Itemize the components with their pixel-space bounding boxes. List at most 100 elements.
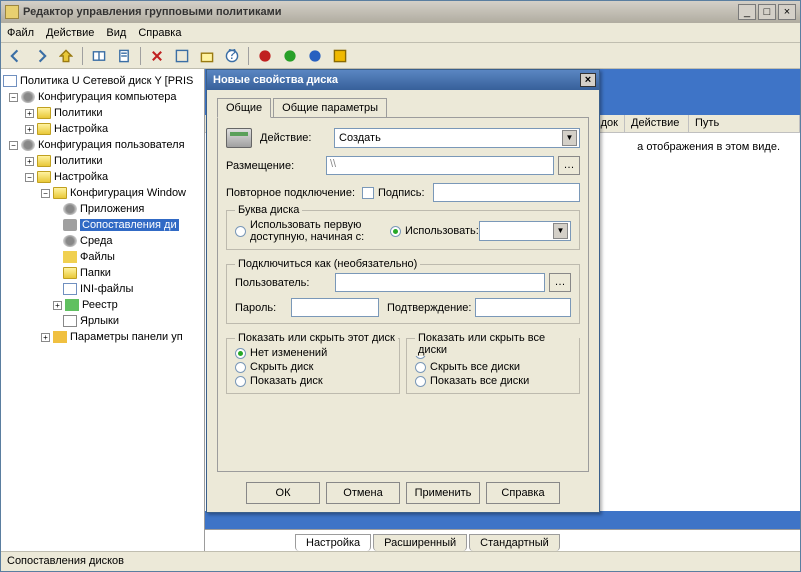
drive-icon [226,128,252,148]
export-list-button[interactable] [196,45,218,67]
location-input[interactable]: \\ [326,156,554,175]
properties-button[interactable] [113,45,135,67]
browse-user-button[interactable]: … [549,273,571,292]
tree-policies-2[interactable]: Политики [54,155,103,167]
options-button[interactable] [329,45,351,67]
use-first-radio[interactable] [235,226,246,237]
drive-properties-dialog: Новые свойства диска × Общие Общие парам… [206,69,600,513]
chevron-down-icon: ▼ [553,223,568,239]
main-titlebar: Редактор управления групповыми политикам… [1,1,800,23]
reconnect-label: Повторное подключение: [226,187,362,199]
maximize-button[interactable]: □ [758,4,776,20]
hide-this-radio[interactable] [235,362,246,373]
tree-root[interactable]: Политика U Сетевой диск Y [PRIS [20,75,193,87]
help-button[interactable]: Справка [486,482,560,504]
forward-button[interactable] [30,45,52,67]
window-title: Редактор управления групповыми политикам… [23,6,738,18]
menu-action[interactable]: Действие [46,27,94,39]
refresh-button[interactable] [171,45,193,67]
expander[interactable]: − [9,93,18,102]
hide-all-drives-group: Показать или скрыть все диски Нет измене… [406,338,580,394]
tree-folders[interactable]: Папки [80,267,111,279]
view-tabs: Настройка Расширенный Стандартный [205,529,800,551]
tree-shortcuts[interactable]: Ярлыки [80,315,119,327]
tab-general[interactable]: Общие [217,98,271,118]
filter-button[interactable] [304,45,326,67]
expander[interactable]: − [41,189,50,198]
username-input[interactable] [335,273,545,292]
label-as-label: Подпись: [378,187,433,199]
menu-view[interactable]: Вид [106,27,126,39]
password-label: Пароль: [235,302,291,314]
tree-environment[interactable]: Среда [80,235,112,247]
tab-standard[interactable]: Стандартный [469,534,560,551]
menubar: Файл Действие Вид Справка [1,23,800,43]
menu-file[interactable]: Файл [7,27,34,39]
tab-common[interactable]: Общие параметры [273,98,387,118]
expander[interactable]: + [53,301,62,310]
column-action[interactable]: Действие [625,115,689,132]
tree-ini-files[interactable]: INI-файлы [80,283,133,295]
hide-this-drive-group: Показать или скрыть этот диск Нет измене… [226,338,400,394]
expander[interactable]: + [41,333,50,342]
up-button[interactable] [55,45,77,67]
use-radio[interactable] [390,226,401,237]
dialog-titlebar: Новые свойства диска × [207,70,599,90]
expander[interactable]: + [25,125,34,134]
tree-registry[interactable]: Реестр [82,299,118,311]
svg-text:?: ? [228,49,237,63]
chevron-down-icon: ▼ [562,130,577,146]
label-input[interactable] [433,183,580,202]
action-select[interactable]: Создать▼ [334,128,580,148]
tree-settings-2[interactable]: Настройка [54,171,108,183]
expander[interactable]: + [25,157,34,166]
close-button[interactable]: × [778,4,796,20]
add-button[interactable] [279,45,301,67]
confirm-label: Подтверждение: [379,302,475,314]
delete-button[interactable] [146,45,168,67]
ok-button[interactable]: ОК [246,482,320,504]
drive-letter-select[interactable]: ▼ [479,221,571,241]
browse-button[interactable]: … [558,156,580,175]
tree-computer-config[interactable]: Конфигурация компьютера [38,91,176,103]
tree-user-config[interactable]: Конфигурация пользователя [38,139,185,151]
toolbar: ? [1,43,800,69]
tree-pane[interactable]: Политика U Сетевой диск Y [PRIS − Конфигу… [1,69,205,551]
tree-settings[interactable]: Настройка [54,123,108,135]
password-input[interactable] [291,298,379,317]
use-label: Использовать: [405,225,479,237]
location-label: Размещение: [226,160,326,172]
tree-drive-maps[interactable]: Сопоставления ди [80,219,179,231]
use-first-label: Использовать первую доступную, начиная с… [250,219,382,243]
hide-all-radio[interactable] [415,362,426,373]
no-change-this-radio[interactable] [235,348,246,359]
reconnect-checkbox[interactable] [362,187,374,199]
tab-preference[interactable]: Настройка [295,534,371,551]
stop-button[interactable] [254,45,276,67]
tree-applications[interactable]: Приложения [80,203,144,215]
connect-as-group: Подключиться как (необязательно) Пользов… [226,264,580,324]
menu-help[interactable]: Справка [138,27,181,39]
tree-files[interactable]: Файлы [80,251,115,263]
expander[interactable]: − [25,173,34,182]
column-path[interactable]: Путь [689,115,800,132]
apply-button[interactable]: Применить [406,482,480,504]
action-label: Действие: [260,132,334,144]
expander[interactable]: + [25,109,34,118]
expander[interactable]: − [9,141,18,150]
tree-policies[interactable]: Политики [54,107,103,119]
minimize-button[interactable]: _ [738,4,756,20]
confirm-password-input[interactable] [475,298,571,317]
tree-control-panel[interactable]: Параметры панели уп [70,331,183,343]
tab-extended[interactable]: Расширенный [373,534,467,551]
show-this-radio[interactable] [235,376,246,387]
help-button[interactable]: ? [221,45,243,67]
dialog-close-button[interactable]: × [580,73,596,87]
dialog-title: Новые свойства диска [210,74,580,86]
show-all-radio[interactable] [415,376,426,387]
back-button[interactable] [5,45,27,67]
username-label: Пользователь: [235,277,335,289]
tree-windows-config[interactable]: Конфигурация Window [70,187,186,199]
show-hide-button[interactable] [88,45,110,67]
cancel-button[interactable]: Отмена [326,482,400,504]
